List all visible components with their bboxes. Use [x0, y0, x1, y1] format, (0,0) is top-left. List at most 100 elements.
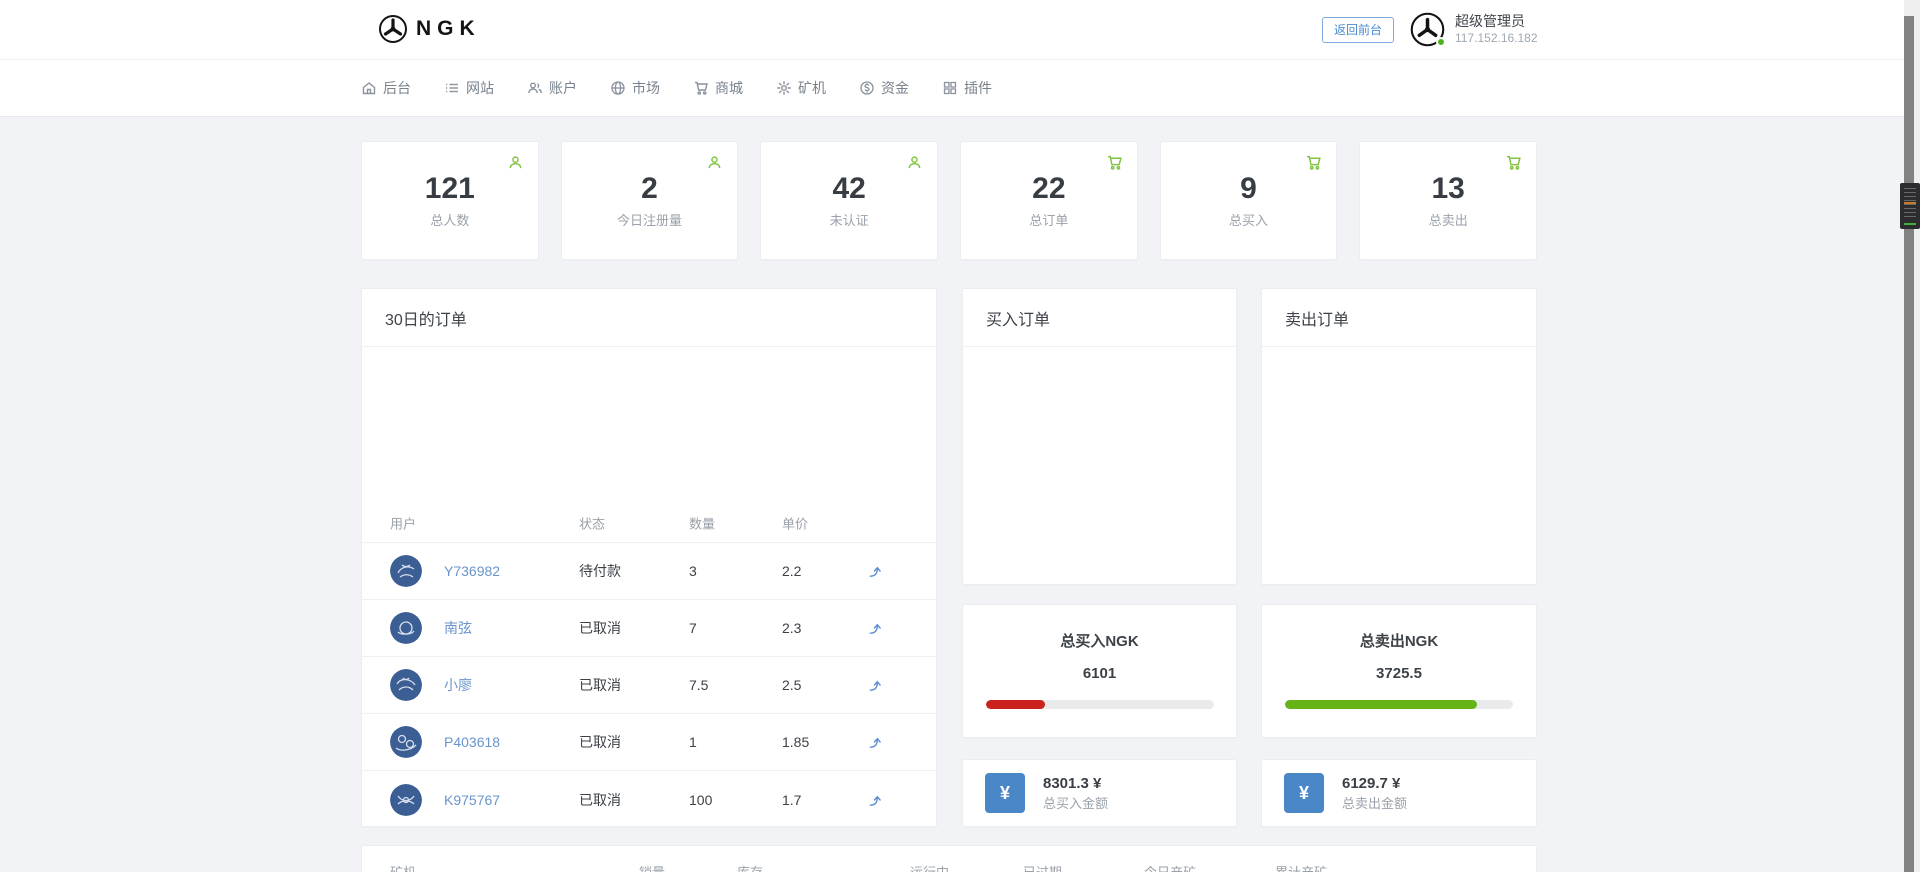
- stat-value: 121: [425, 172, 475, 206]
- stat-card-today-registrations: 2 今日注册量: [561, 141, 739, 260]
- nav-item-accounts[interactable]: 账户: [527, 78, 577, 98]
- sell-orders-panel: 卖出订单: [1261, 288, 1537, 585]
- order-qty: 7.5: [689, 677, 708, 693]
- nav-label: 账户: [549, 78, 577, 98]
- stat-label: 今日注册量: [617, 210, 682, 229]
- cart-icon: [693, 80, 709, 96]
- stat-label: 总订单: [1029, 210, 1068, 229]
- nav-item-website[interactable]: 网站: [444, 78, 494, 98]
- user-avatar: [390, 612, 422, 644]
- user-link[interactable]: P403618: [444, 734, 500, 750]
- order-qty: 100: [689, 792, 712, 808]
- stat-value: 42: [832, 172, 865, 206]
- stat-value: 13: [1432, 172, 1465, 206]
- nav-label: 插件: [964, 78, 992, 98]
- orders-table-header: 用户 状态 数量 单价: [362, 503, 936, 543]
- buy-orders-panel: 买入订单: [962, 288, 1237, 585]
- sell-progress-bar: [1285, 700, 1513, 709]
- nav-label: 矿机: [798, 78, 826, 98]
- total-title: 总买入NGK: [1060, 630, 1138, 651]
- coin-icon: [859, 80, 875, 96]
- stat-card-total-sells: 13 总卖出: [1359, 141, 1537, 260]
- miner-table-header: 矿机 销量 库存 运行中 已过期 今日产矿 累计产矿: [362, 846, 1536, 872]
- yuan-icon: ¥: [985, 773, 1025, 813]
- scrollbar-track[interactable]: [1904, 16, 1914, 872]
- order-price: 1.7: [782, 792, 801, 808]
- col-header-stock: 库存: [737, 862, 763, 872]
- buy-amount-card: ¥ 8301.3 ¥ 总买入金额: [962, 759, 1237, 827]
- nav-item-miners[interactable]: 矿机: [776, 78, 826, 98]
- stat-label: 总买入: [1229, 210, 1268, 229]
- col-header-today-out: 今日产矿: [1144, 862, 1196, 872]
- user-avatar: [390, 726, 422, 758]
- user-menu[interactable]: 超级管理员 117.152.16.182: [1410, 12, 1538, 47]
- stat-value: 22: [1032, 172, 1065, 206]
- user-link[interactable]: 小廖: [444, 675, 472, 695]
- order-qty: 3: [689, 563, 697, 579]
- order-status: 已取消: [579, 618, 621, 638]
- amount-value: 6129.7 ¥: [1342, 775, 1407, 793]
- avatar[interactable]: [1410, 12, 1445, 47]
- cart-icon: [1305, 154, 1322, 171]
- user-name: 超级管理员: [1455, 12, 1538, 30]
- col-header-expired: 已过期: [1023, 862, 1062, 872]
- total-buy-ngk-card: 总买入NGK 6101: [962, 604, 1237, 738]
- user-link[interactable]: 南弦: [444, 618, 472, 638]
- buy-progress-fill: [986, 700, 1045, 709]
- col-header-status: 状态: [579, 513, 605, 532]
- total-sell-ngk-card: 总卖出NGK 3725.5: [1261, 604, 1537, 738]
- order-detail-arrow-icon[interactable]: [867, 564, 882, 579]
- user-link[interactable]: K975767: [444, 792, 500, 808]
- nav-item-plugins[interactable]: 插件: [942, 78, 992, 98]
- nav-label: 网站: [466, 78, 494, 98]
- col-header-price: 单价: [782, 513, 808, 532]
- stat-card-unverified: 42 未认证: [760, 141, 938, 260]
- globe-icon: [610, 80, 626, 96]
- user-ip: 117.152.16.182: [1455, 30, 1538, 46]
- nav-item-backend[interactable]: 后台: [361, 78, 411, 98]
- gear-icon: [776, 80, 792, 96]
- user-icon: [906, 154, 923, 171]
- user-link[interactable]: Y736982: [444, 563, 500, 579]
- scrollbar-thumb[interactable]: [1900, 183, 1920, 229]
- buy-progress-bar: [986, 700, 1214, 709]
- nav-item-funds[interactable]: 资金: [859, 78, 909, 98]
- amount-label: 总卖出金额: [1342, 795, 1407, 812]
- order-detail-arrow-icon[interactable]: [867, 678, 882, 693]
- order-price: 2.2: [782, 563, 801, 579]
- nav-item-market[interactable]: 市场: [610, 78, 660, 98]
- user-avatar: [390, 669, 422, 701]
- user-icon: [507, 154, 524, 171]
- stats-row: 121 总人数 2 今日注册量 42 未认证 22 总订单 9 总买入 13 总…: [361, 141, 1537, 260]
- col-header-user: 用户: [390, 513, 416, 532]
- order-detail-arrow-icon[interactable]: [867, 621, 882, 636]
- scrollbar-marker-orange: [1904, 202, 1916, 204]
- scrollbar-marker-green: [1904, 223, 1916, 225]
- order-detail-arrow-icon[interactable]: [867, 792, 882, 807]
- user-avatar: [390, 555, 422, 587]
- orders-30d-panel: 30日的订单 用户 状态 数量 单价 Y736982 待付款 3 2.2 南弦: [361, 288, 937, 827]
- miner-table-panel: 矿机 销量 库存 运行中 已过期 今日产矿 累计产矿: [361, 845, 1537, 872]
- sell-progress-fill: [1285, 700, 1477, 709]
- table-row: Y736982 待付款 3 2.2: [362, 543, 936, 600]
- user-icon: [706, 154, 723, 171]
- order-detail-arrow-icon[interactable]: [867, 735, 882, 750]
- nav-item-mall[interactable]: 商城: [693, 78, 743, 98]
- order-status: 已取消: [579, 675, 621, 695]
- total-value: 3725.5: [1376, 665, 1422, 682]
- back-to-frontend-button[interactable]: 返回前台: [1322, 17, 1394, 43]
- table-row: P403618 已取消 1 1.85: [362, 714, 936, 771]
- table-row: K975767 已取消 100 1.7: [362, 771, 936, 828]
- col-header-sales: 销量: [639, 862, 665, 872]
- header: NGK 返回前台 超级管理员 117.152.16.182: [0, 0, 1904, 60]
- panel-title: 卖出订单: [1262, 289, 1536, 347]
- main-content: 30日的订单 用户 状态 数量 单价 Y736982 待付款 3 2.2 南弦: [361, 288, 1537, 872]
- orders-chart-area: [362, 347, 936, 503]
- stat-card-total-buys: 9 总买入: [1160, 141, 1338, 260]
- amount-label: 总买入金额: [1043, 795, 1108, 812]
- col-header-qty: 数量: [689, 513, 715, 532]
- stat-label: 未认证: [830, 210, 869, 229]
- total-title: 总卖出NGK: [1360, 630, 1438, 651]
- sell-amount-card: ¥ 6129.7 ¥ 总卖出金额: [1261, 759, 1537, 827]
- stat-value: 9: [1240, 172, 1257, 206]
